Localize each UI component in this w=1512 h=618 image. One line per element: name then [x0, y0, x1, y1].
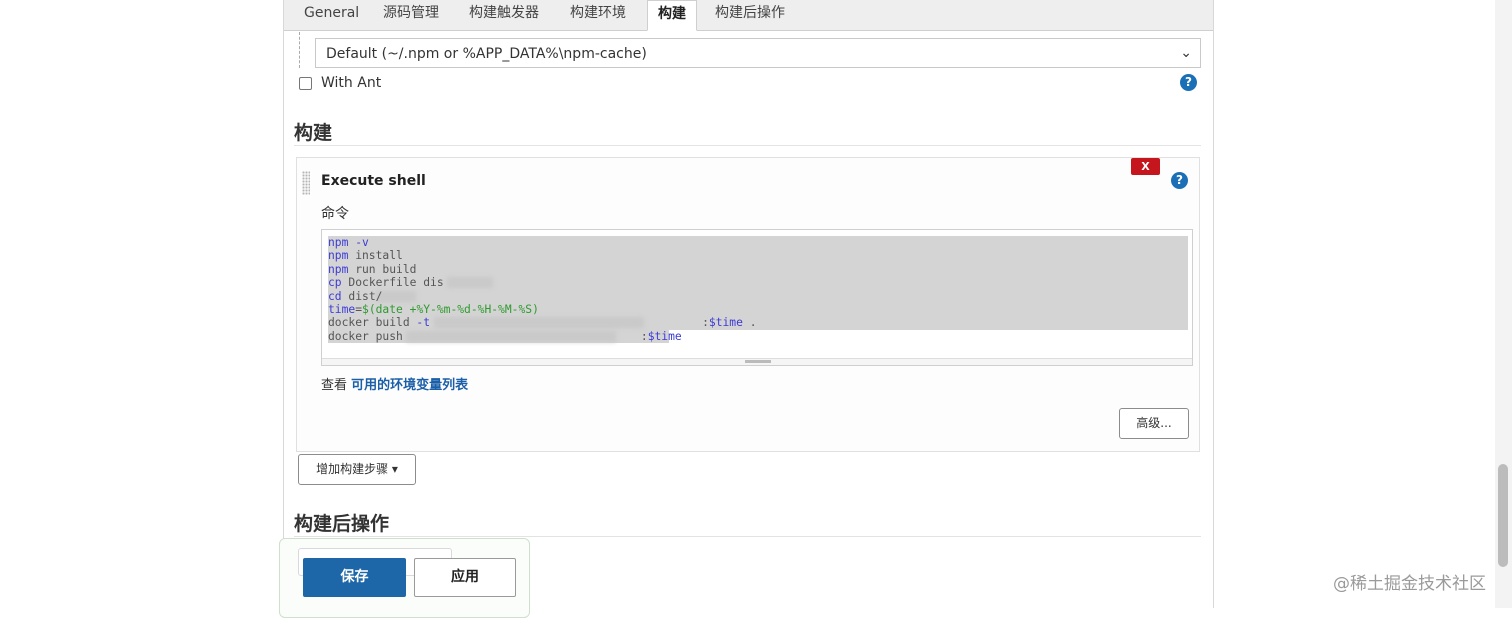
script-token: $time: [647, 329, 682, 343]
command-textarea[interactable]: npm -v npm install npm run build cp Dockerf…: [321, 229, 1193, 366]
with-ant-label: With Ant: [321, 75, 382, 91]
script-token: run build: [348, 262, 417, 276]
scrollbar-thumb[interactable]: [1498, 464, 1508, 567]
delete-step-button[interactable]: X: [1131, 158, 1160, 175]
chevron-down-icon: ⌄: [1180, 45, 1192, 61]
config-tabbar: General 源码管理 构建触发器 构建环境 构建 构建后操作: [284, 0, 1213, 31]
resize-grip-icon: [745, 360, 771, 363]
env-vars-prefix: 查看: [321, 378, 348, 393]
add-build-step-button[interactable]: 增加构建步骤 ▾: [298, 454, 416, 485]
help-icon[interactable]: ?: [1180, 74, 1197, 91]
script-token: npm: [328, 262, 349, 276]
post-build-section-title: 构建后操作: [294, 513, 390, 535]
with-ant-checkbox[interactable]: [299, 77, 312, 90]
execute-shell-title: Execute shell: [321, 173, 426, 189]
npm-cache-select[interactable]: Default (~/.npm or %APP_DATA%\npm-cache)…: [315, 38, 1201, 68]
env-vars-line: 查看 可用的环境变量列表: [321, 374, 468, 393]
script-token: -v: [348, 236, 369, 249]
command-label: 命令: [321, 206, 349, 222]
save-button[interactable]: 保存: [303, 558, 406, 597]
site-watermark: @稀土掘金技术社区: [1333, 574, 1486, 594]
script-token: cd: [328, 289, 342, 303]
script-token: install: [348, 249, 403, 263]
drag-handle-icon[interactable]: [302, 171, 310, 195]
dropdown-caret-icon: ▾: [391, 462, 398, 476]
build-section-title: 构建: [294, 122, 333, 144]
config-panel: General 源码管理 构建触发器 构建环境 构建 构建后操作 Default…: [283, 0, 1214, 608]
execute-shell-step: Execute shell X ? 命令 npm -v npm install np…: [296, 157, 1200, 452]
script-token: npm: [328, 249, 349, 263]
script-token: docker build: [328, 316, 417, 330]
tab-source-code[interactable]: 源码管理: [373, 0, 449, 30]
script-line: docker build -t :$time .: [328, 316, 757, 329]
script-token: -t: [416, 316, 431, 330]
script-token: :: [640, 329, 648, 343]
npm-cache-select-value: Default (~/.npm or %APP_DATA%\npm-cache): [326, 46, 647, 62]
advanced-button[interactable]: 高级...: [1119, 408, 1189, 439]
script-line: npm install: [328, 249, 757, 262]
apply-button[interactable]: 应用: [414, 558, 516, 597]
script-token: docker push: [328, 329, 410, 343]
script-token: :: [702, 316, 709, 330]
tab-post-build[interactable]: 构建后操作: [705, 0, 795, 30]
script-line: time=$(date +%Y-%m-%d-%H-%M-%S): [328, 303, 757, 316]
script-line: cd dist/: [328, 290, 757, 303]
add-build-step-label: 增加构建步骤: [316, 462, 389, 476]
script-line: npm run build: [328, 263, 757, 276]
script-token: [430, 316, 702, 329]
help-icon[interactable]: ?: [1171, 172, 1188, 189]
nesting-dashed-line: [299, 32, 300, 68]
tab-build[interactable]: 构建: [647, 0, 697, 31]
script-token: time: [328, 303, 356, 317]
script-token: .: [742, 316, 757, 330]
script-token: npm: [328, 236, 349, 249]
script-token: dist/: [341, 289, 383, 303]
script-token: $time: [708, 316, 743, 330]
script-line: npm -v: [328, 236, 757, 249]
section-divider: [294, 145, 1201, 146]
shell-script: npm -v npm install npm run build cp Dockerf…: [328, 236, 757, 343]
script-line: docker push :$time: [328, 330, 757, 343]
tab-build-environment[interactable]: 构建环境: [560, 0, 636, 30]
script-line: cp Dockerfile dis: [328, 276, 757, 289]
script-token: $(date +%Y-%m-%d-%H-%M-%S): [362, 303, 539, 317]
script-token: =: [355, 303, 363, 317]
tab-build-triggers[interactable]: 构建触发器: [459, 0, 549, 30]
env-vars-link[interactable]: 可用的环境变量列表: [351, 378, 468, 393]
script-token: cp: [328, 276, 342, 290]
textarea-resize-handle[interactable]: [322, 358, 1192, 365]
script-token: [410, 330, 641, 343]
section-divider: [294, 536, 1201, 537]
tab-general[interactable]: General: [294, 0, 369, 30]
script-token: Dockerfile dis: [341, 276, 444, 290]
